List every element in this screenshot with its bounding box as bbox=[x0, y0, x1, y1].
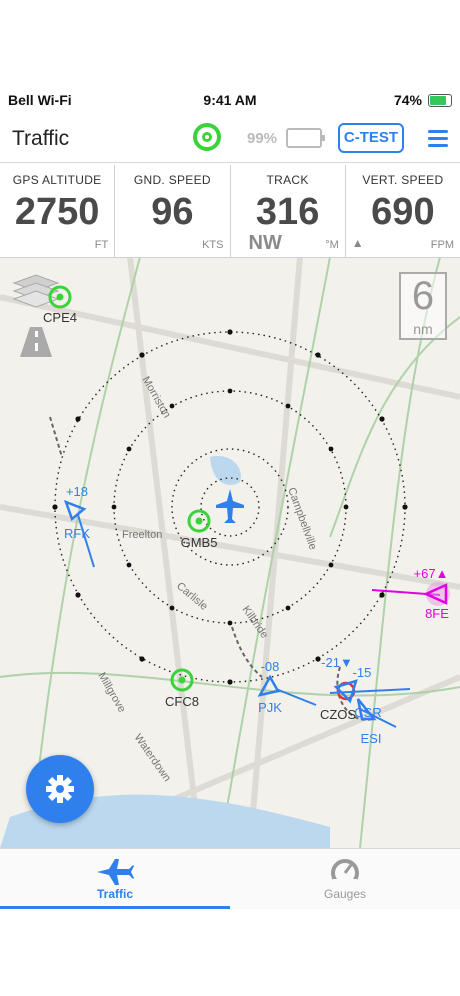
svg-text:GMB5: GMB5 bbox=[181, 535, 218, 550]
svg-text:Millgrove: Millgrove bbox=[95, 671, 127, 715]
svg-text:Kilbride: Kilbride bbox=[240, 604, 271, 641]
svg-text:RFK: RFK bbox=[64, 526, 90, 541]
gauge-icon bbox=[331, 859, 359, 885]
status-bar: Bell Wi-Fi 9:41 AM 74% bbox=[0, 90, 460, 112]
device-battery-percent: 99% bbox=[247, 130, 278, 147]
svg-text:Carlisle: Carlisle bbox=[174, 580, 210, 613]
svg-text:PJK: PJK bbox=[258, 700, 282, 715]
menu-icon[interactable] bbox=[428, 130, 448, 148]
svg-text:+67▲: +67▲ bbox=[414, 566, 449, 581]
stat-ground-speed: GND. SPEED 96 KTS bbox=[115, 165, 231, 257]
compass-heading: NW bbox=[248, 232, 282, 254]
settings-button[interactable] bbox=[26, 755, 94, 823]
tab-gauges[interactable]: Gauges bbox=[230, 849, 460, 909]
flight-stats-bar: GPS ALTITUDE 2750 FT GND. SPEED 96 KTS T… bbox=[0, 165, 460, 258]
svg-text:Freelton: Freelton bbox=[122, 529, 162, 541]
svg-text:Waterdown: Waterdown bbox=[132, 732, 174, 784]
svg-text:-21▼: -21▼ bbox=[321, 655, 353, 670]
tab-traffic[interactable]: Traffic bbox=[0, 849, 230, 909]
device-button[interactable]: C-TEST bbox=[338, 123, 404, 153]
svg-text:-15: -15 bbox=[353, 665, 372, 680]
stat-vertical-speed: VERT. SPEED 690 FPM ▲ bbox=[351, 173, 454, 251]
range-value: 6 bbox=[412, 274, 434, 318]
stat-track: TRACK 316 °M NW bbox=[231, 165, 346, 257]
ownship-icon bbox=[216, 489, 244, 523]
clock: 9:41 AM bbox=[203, 92, 257, 108]
svg-text:CPE4: CPE4 bbox=[43, 310, 77, 325]
svg-text:CSR: CSR bbox=[354, 705, 381, 720]
svg-text:+18: +18 bbox=[66, 484, 88, 499]
svg-text:CFC8: CFC8 bbox=[165, 694, 199, 709]
traffic-map[interactable]: 6 nm NW CPE4 GMB5 CFC8 +18 RFK bbox=[0, 257, 460, 848]
road-icon bbox=[20, 327, 52, 357]
battery-percent: 74% bbox=[393, 92, 422, 108]
svg-text:CZOS: CZOS bbox=[320, 707, 356, 722]
airplane-icon bbox=[97, 859, 134, 885]
tab-active-indicator bbox=[0, 906, 230, 909]
svg-text:8FE: 8FE bbox=[425, 606, 449, 621]
page-title: Traffic bbox=[12, 127, 70, 150]
airport-gmb5: GMB5 bbox=[181, 509, 218, 550]
climb-arrow-icon: ▲ bbox=[351, 236, 364, 250]
device-battery-icon bbox=[286, 128, 325, 148]
gear-icon bbox=[46, 775, 74, 803]
traffic-pjk: -08 PJK bbox=[231, 626, 317, 715]
svg-text:ESI: ESI bbox=[361, 731, 382, 746]
nav-bar: Traffic 99% C-TEST bbox=[0, 118, 460, 163]
svg-text:-08: -08 bbox=[261, 659, 280, 674]
battery-icon bbox=[428, 94, 452, 107]
tab-bar: Traffic Gauges bbox=[0, 848, 460, 909]
gps-status-icon[interactable] bbox=[193, 123, 221, 151]
range-unit: nm bbox=[413, 321, 432, 337]
svg-text:Campbellville: Campbellville bbox=[285, 486, 319, 552]
stat-gps-altitude: GPS ALTITUDE 2750 FT bbox=[0, 165, 116, 257]
